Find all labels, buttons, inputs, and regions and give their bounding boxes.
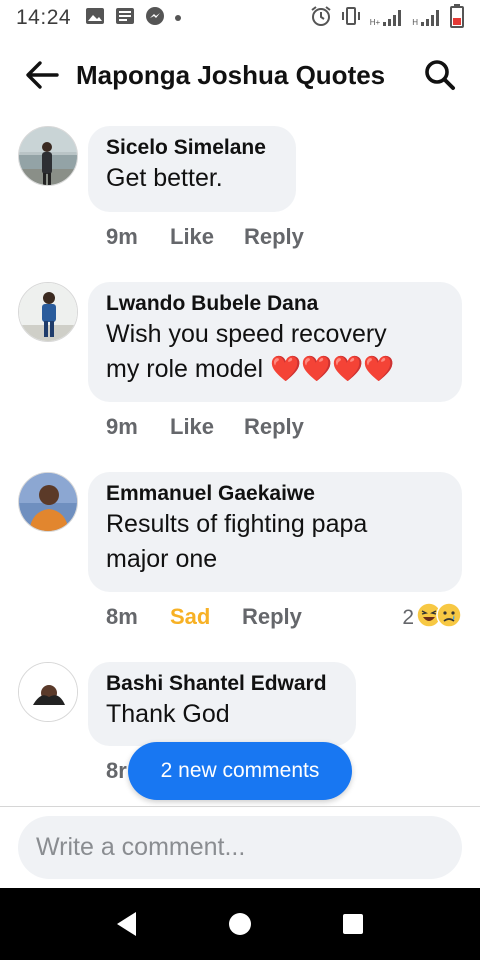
network-type-label: H	[412, 18, 418, 27]
comment-author[interactable]: Lwando Bubele Dana	[106, 291, 444, 317]
comment-text: Get better.	[106, 164, 223, 192]
comment-text: my role model ❤️❤️❤️❤️	[106, 355, 395, 383]
comment-bubble[interactable]: Emmanuel Gaekaiwe Results of fighting pa…	[88, 472, 462, 592]
comment-author[interactable]: Bashi Shantel Edward	[106, 671, 338, 697]
comment-bubble[interactable]: Bashi Shantel Edward Thank God	[88, 662, 356, 746]
messenger-icon	[145, 6, 165, 31]
comment-composer[interactable]	[18, 816, 462, 879]
sad-reaction-button[interactable]: Sad	[170, 604, 242, 630]
app-bar: Maponga Joshua Quotes	[0, 44, 480, 106]
comment-author[interactable]: Sicelo Simelane	[106, 135, 278, 161]
signal-icon: H	[412, 9, 442, 27]
arrow-left-icon	[26, 61, 59, 89]
comment-input[interactable]	[36, 833, 462, 862]
avatar[interactable]	[18, 126, 78, 186]
comment-time: 9m	[106, 224, 138, 249]
like-button[interactable]: Like	[170, 414, 244, 440]
comment-text: Thank God	[106, 700, 230, 728]
comment-actions: 9m Like Reply	[106, 414, 304, 440]
battery-icon	[450, 3, 464, 33]
nav-recents-button[interactable]	[329, 900, 377, 948]
avatar[interactable]	[18, 472, 78, 532]
comment-bubble[interactable]: Sicelo Simelane Get better.	[88, 126, 296, 212]
home-circle-icon	[228, 913, 251, 935]
reply-button[interactable]: Reply	[244, 414, 304, 440]
status-bar: 14:24 H+ H	[0, 0, 480, 36]
status-time: 14:24	[16, 6, 72, 29]
reply-button[interactable]: Reply	[244, 224, 304, 250]
comment-actions: 9m Like Reply	[106, 224, 304, 250]
divider	[0, 806, 480, 807]
reply-button[interactable]: Reply	[242, 604, 302, 630]
comment-time: 9m	[106, 414, 138, 439]
back-triangle-icon	[116, 912, 136, 936]
news-icon	[115, 7, 135, 30]
nav-home-button[interactable]	[216, 900, 264, 948]
system-nav-bar	[0, 888, 480, 960]
vibrate-icon	[340, 6, 362, 31]
dot-icon	[175, 15, 182, 21]
signal-icon: H+	[370, 9, 404, 27]
comment-text: major one	[106, 545, 218, 573]
sad-emoji-icon	[436, 602, 462, 633]
like-button[interactable]: Like	[170, 224, 244, 250]
new-comments-button[interactable]: 2 new comments	[128, 742, 352, 800]
alarm-icon	[310, 5, 332, 32]
comment-time: 8m	[106, 604, 138, 629]
comment-author[interactable]: Emmanuel Gaekaiwe	[106, 481, 444, 507]
comment-text: Results of fighting papa	[106, 510, 368, 538]
comment-text: Wish you speed recovery	[106, 320, 387, 348]
comment-actions: 8m Sad Reply	[106, 604, 302, 630]
network-type-label: H+	[369, 18, 381, 27]
search-icon	[425, 60, 455, 90]
reaction-summary[interactable]: 2	[402, 602, 462, 633]
notification-icons	[85, 6, 182, 31]
avatar[interactable]	[18, 662, 78, 722]
reaction-count: 2	[402, 605, 414, 629]
image-icon	[85, 7, 105, 30]
page-title: Maponga Joshua Quotes	[76, 59, 386, 90]
nav-back-button[interactable]	[103, 900, 151, 948]
avatar[interactable]	[18, 282, 78, 342]
comment-bubble[interactable]: Lwando Bubele Dana Wish you speed recove…	[88, 282, 462, 402]
search-button[interactable]	[416, 51, 464, 99]
back-button[interactable]	[18, 51, 66, 99]
recents-square-icon	[343, 914, 364, 934]
system-icons: H+ H	[310, 3, 464, 33]
